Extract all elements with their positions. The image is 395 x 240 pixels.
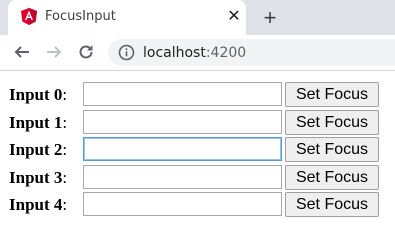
text-input-0[interactable]: [83, 82, 282, 106]
input-label-text-3: Input 3: [9, 168, 63, 187]
tab-title: FocusInput: [45, 9, 116, 24]
text-input-2[interactable]: [83, 137, 282, 161]
text-input-3[interactable]: [83, 165, 282, 189]
set-focus-button-3[interactable]: Set Focus: [285, 165, 379, 190]
set-focus-button-2[interactable]: Set Focus: [285, 137, 379, 162]
set-focus-button-4[interactable]: Set Focus: [285, 192, 379, 217]
input-label-2: Input 2:: [9, 140, 68, 159]
input-row-4: Input 4: Set Focus: [0, 191, 395, 218]
input-label-text-0: Input 0: [9, 85, 63, 104]
input-row-3: Input 3: Set Focus: [0, 164, 395, 191]
set-focus-button-0[interactable]: Set Focus: [285, 82, 379, 107]
input-label-text-4: Input 4: [9, 195, 63, 214]
input-row-0: Input 0: Set Focus: [0, 81, 395, 108]
input-label-3: Input 3:: [9, 168, 68, 187]
new-tab-icon[interactable]: +: [260, 7, 280, 29]
info-circle-icon[interactable]: [118, 44, 135, 61]
url-port: :4200: [205, 45, 247, 61]
reload-icon[interactable]: [77, 43, 95, 61]
text-input-4[interactable]: [83, 192, 282, 216]
input-label-4: Input 4:: [9, 195, 68, 214]
input-row-2: Input 2: Set Focus: [0, 136, 395, 163]
close-tab-icon[interactable]: ✕: [226, 9, 242, 25]
angular-logo-icon: [21, 8, 37, 25]
text-input-1[interactable]: [83, 110, 282, 134]
input-label-text-2: Input 2: [9, 140, 63, 159]
url-text: localhost:4200: [143, 45, 246, 61]
browser-toolbar: localhost:4200: [0, 35, 395, 71]
input-row-1: Input 1: Set Focus: [0, 109, 395, 136]
input-label-text-1: Input 1: [9, 113, 63, 132]
browser-tab[interactable]: FocusInput ✕: [8, 0, 246, 35]
input-label-1: Input 1:: [9, 113, 68, 132]
arrow-right-icon[interactable]: [45, 43, 63, 61]
address-bar[interactable]: localhost:4200: [108, 39, 395, 66]
tab-strip: FocusInput ✕ +: [0, 0, 395, 35]
set-focus-button-1[interactable]: Set Focus: [285, 110, 379, 135]
input-label-0: Input 0:: [9, 85, 68, 104]
arrow-left-icon[interactable]: [13, 43, 31, 61]
url-host: localhost: [143, 45, 206, 61]
